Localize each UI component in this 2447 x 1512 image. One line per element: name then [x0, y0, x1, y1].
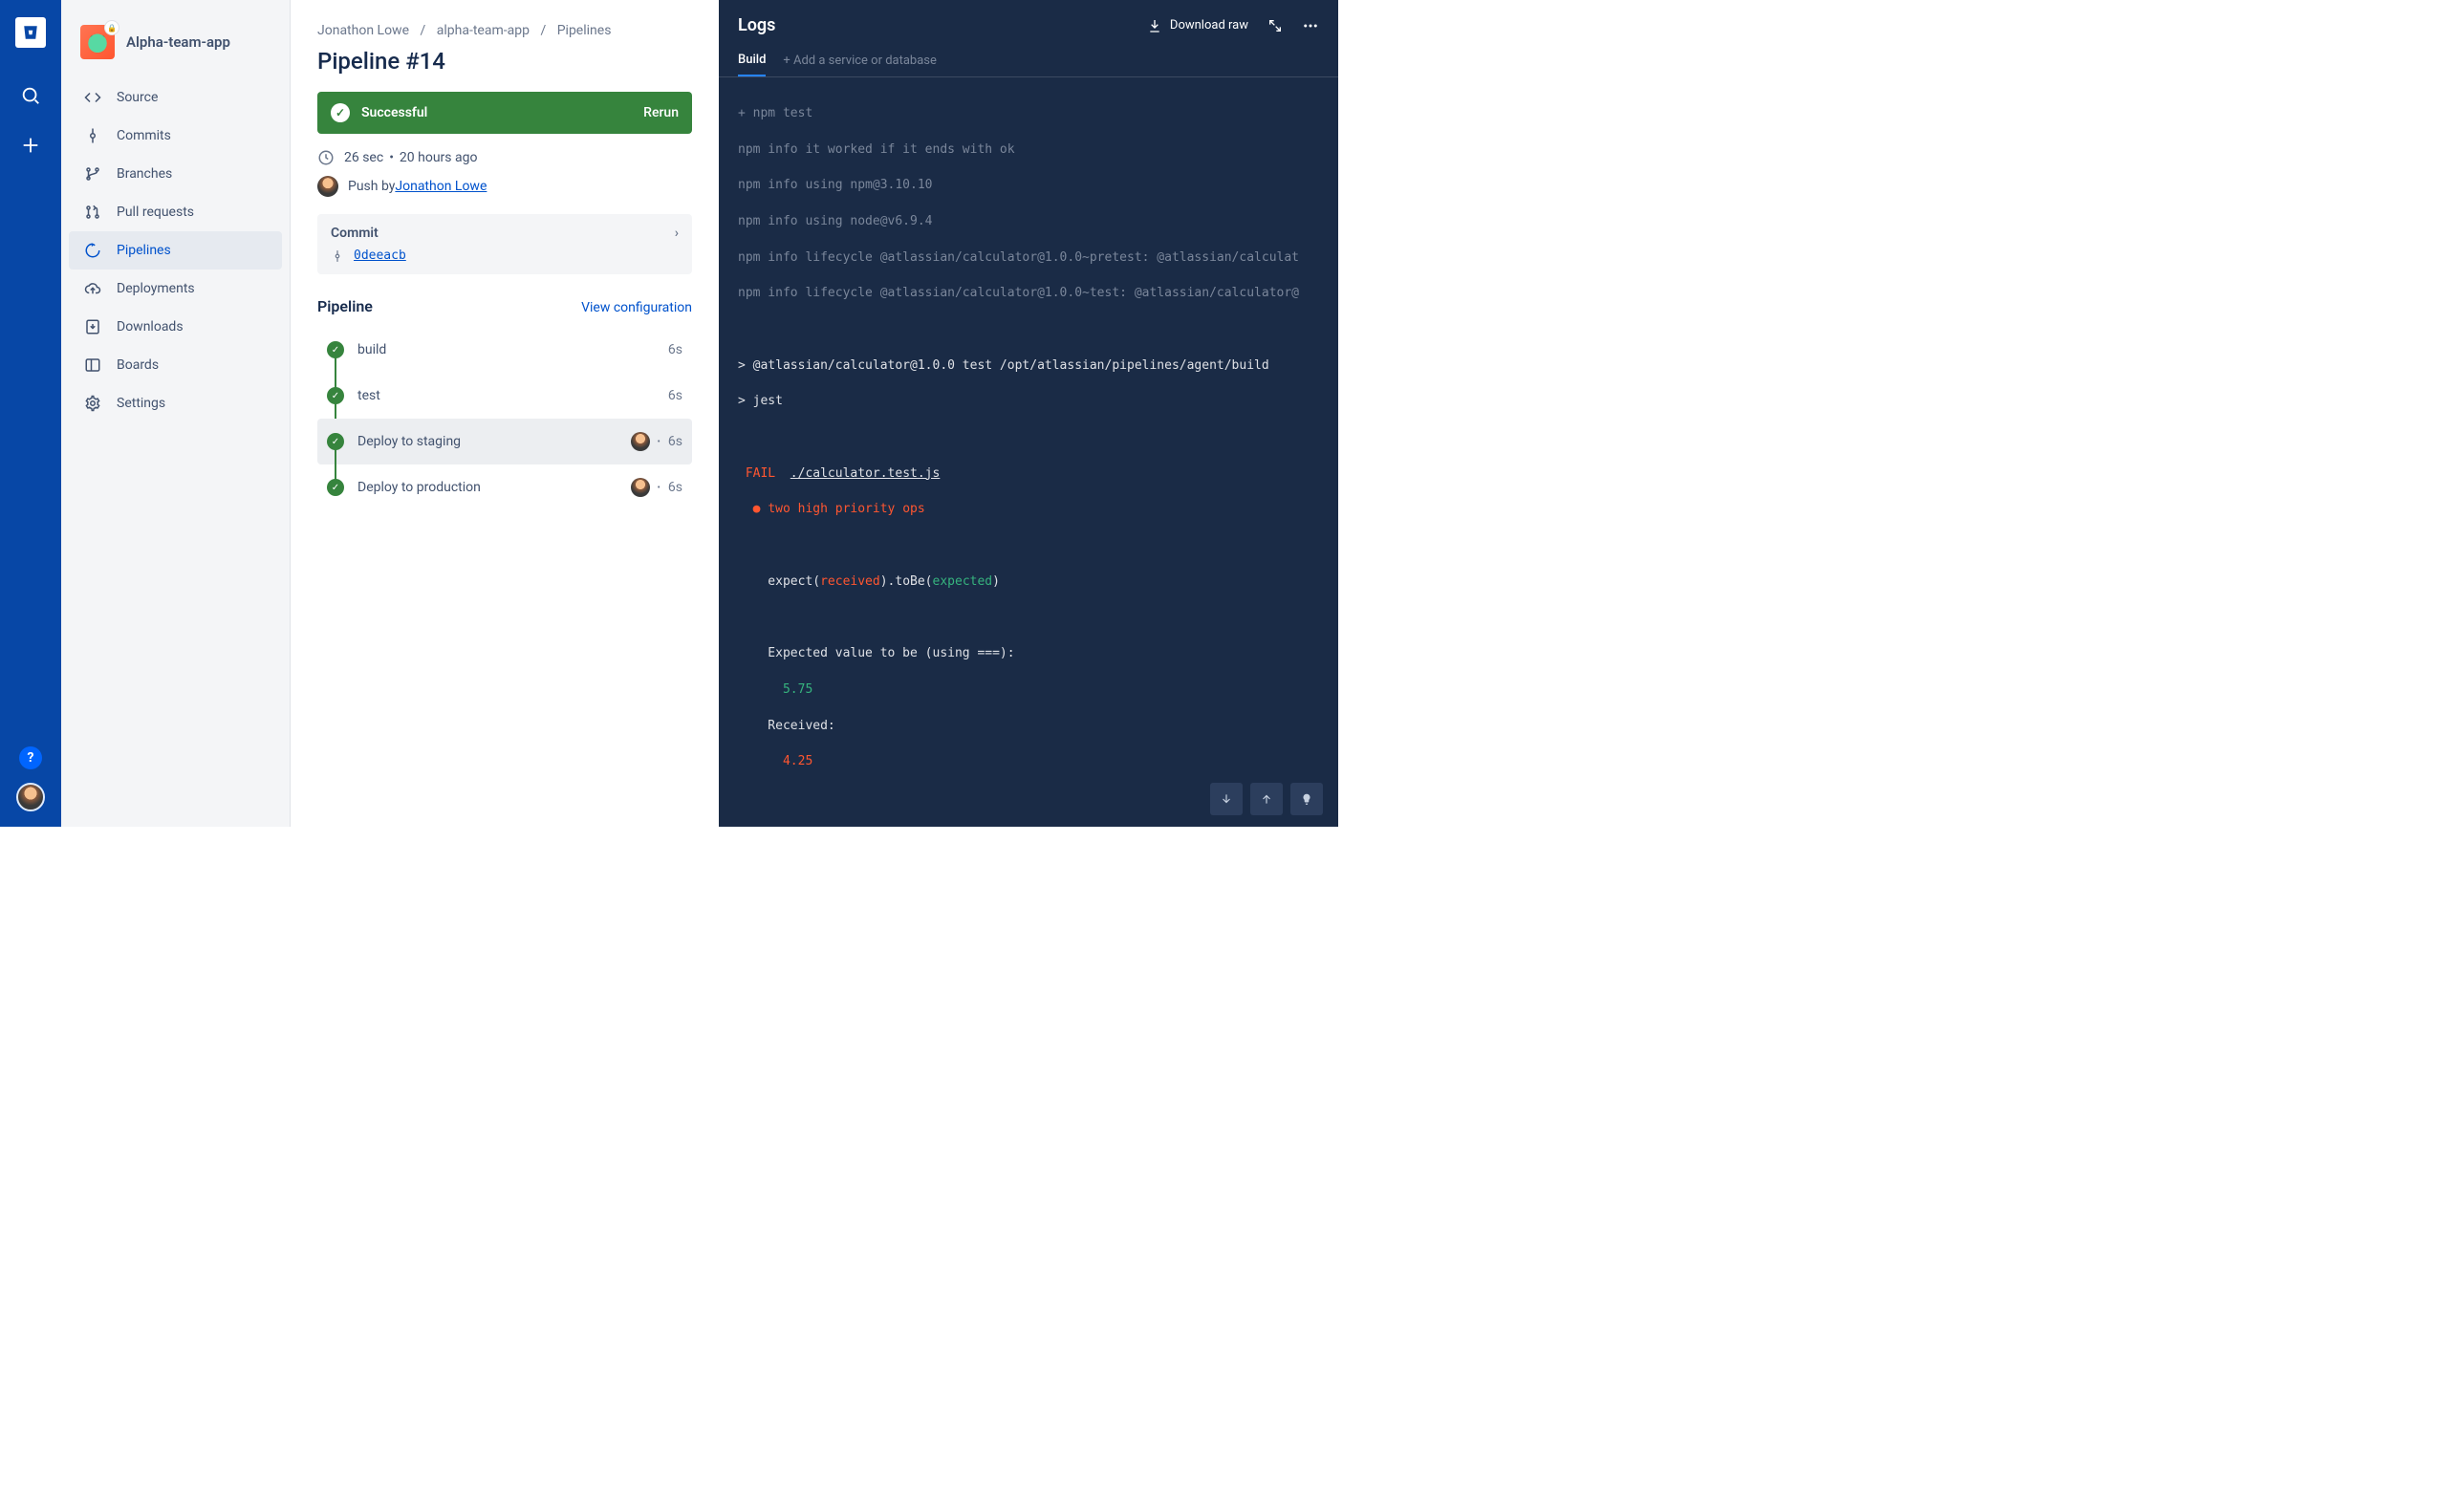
step-duration: 6s	[668, 480, 682, 495]
boards-icon	[82, 356, 103, 374]
step-duration: 6s	[668, 434, 682, 449]
success-icon: ✓	[327, 387, 344, 404]
pusher-link[interactable]: Jonathon Lowe	[395, 179, 487, 194]
rerun-button[interactable]: Rerun	[643, 105, 679, 120]
sidebar-item-downloads[interactable]: Downloads	[69, 308, 282, 346]
crumb-project[interactable]: alpha-team-app	[437, 23, 530, 38]
scroll-up-button[interactable]	[1250, 783, 1283, 815]
success-icon: ✓	[327, 433, 344, 450]
logs-add-service[interactable]: + Add a service or database	[783, 54, 937, 68]
code-icon	[82, 89, 103, 106]
sidebar-item-label: Deployments	[117, 281, 195, 296]
download-icon	[82, 318, 103, 335]
success-icon: ✓	[327, 341, 344, 358]
step-label: test	[357, 388, 380, 403]
crumb-user[interactable]: Jonathon Lowe	[317, 23, 409, 38]
step-trigger-avatar	[631, 478, 650, 497]
sidebar-item-label: Settings	[117, 396, 165, 411]
view-configuration-link[interactable]: View configuration	[581, 300, 692, 315]
help-icon[interactable]: ?	[19, 746, 42, 769]
status-banner: ✓ Successful Rerun	[317, 92, 692, 134]
step-label: build	[357, 342, 386, 357]
project-name: Alpha-team-app	[126, 33, 230, 51]
check-icon: ✓	[331, 103, 350, 122]
add-icon[interactable]	[11, 126, 50, 164]
time-ago: 20 hours ago	[400, 150, 478, 165]
success-icon: ✓	[327, 479, 344, 496]
step-build[interactable]: ✓ build 6s	[317, 327, 692, 373]
commit-icon	[331, 249, 344, 263]
sidebar-item-label: Commits	[117, 128, 171, 143]
main-content: Jonathon Lowe / alpha-team-app / Pipelin…	[291, 0, 719, 827]
logs-tab-build[interactable]: Build	[738, 45, 766, 76]
search-icon[interactable]	[11, 76, 50, 115]
pipeline-heading: Pipeline	[317, 297, 373, 315]
commit-heading: Commit	[331, 226, 379, 241]
lightbulb-button[interactable]	[1290, 783, 1323, 815]
chevron-right-icon: ›	[675, 226, 679, 241]
step-test[interactable]: ✓ test 6s	[317, 373, 692, 419]
sidebar-item-label: Branches	[117, 166, 172, 182]
user-avatar[interactable]	[16, 783, 45, 811]
logs-panel: Logs Download raw Build + Add a service …	[719, 0, 1338, 827]
push-by-label: Push by	[348, 179, 395, 194]
step-duration: 6s	[668, 388, 682, 403]
breadcrumb: Jonathon Lowe / alpha-team-app / Pipelin…	[317, 23, 692, 38]
logs-output[interactable]: + npm test npm info it worked if it ends…	[719, 77, 1338, 827]
branch-icon	[82, 165, 103, 183]
sidebar-item-label: Source	[117, 90, 158, 105]
pull-request-icon	[82, 204, 103, 221]
pipelines-icon	[82, 242, 103, 259]
sidebar-item-branches[interactable]: Branches	[69, 155, 282, 193]
sidebar-item-pipelines[interactable]: Pipelines	[69, 231, 282, 270]
commit-icon	[82, 127, 103, 144]
bitbucket-logo[interactable]	[15, 17, 46, 48]
sidebar: 🔒 Alpha-team-app Source Commits Branches…	[61, 0, 291, 827]
project-header[interactable]: 🔒 Alpha-team-app	[69, 19, 282, 78]
gear-icon	[82, 395, 103, 412]
commit-expand[interactable]: Commit ›	[331, 226, 679, 241]
sidebar-item-label: Pull requests	[117, 205, 194, 220]
pusher-avatar	[317, 176, 338, 197]
step-label: Deploy to production	[357, 480, 481, 495]
step-label: Deploy to staging	[357, 434, 461, 449]
step-deploy-production[interactable]: ✓ Deploy to production • 6s	[317, 464, 692, 510]
logs-title: Logs	[738, 15, 775, 35]
commit-hash-link[interactable]: 0deeacb	[354, 248, 406, 263]
step-duration: 6s	[668, 342, 682, 357]
sidebar-item-pull-requests[interactable]: Pull requests	[69, 193, 282, 231]
pipeline-steps: ✓ build 6s ✓ test 6s ✓ Deploy to staging…	[317, 327, 692, 510]
step-deploy-staging[interactable]: ✓ Deploy to staging • 6s	[317, 419, 692, 464]
project-icon: 🔒	[80, 25, 115, 59]
duration-text: 26 sec	[344, 150, 383, 165]
clock-icon	[317, 149, 335, 166]
sidebar-item-deployments[interactable]: Deployments	[69, 270, 282, 308]
status-label: Successful	[361, 105, 427, 120]
step-trigger-avatar	[631, 432, 650, 451]
commit-panel: Commit › 0deeacb	[317, 214, 692, 274]
sidebar-item-label: Downloads	[117, 319, 184, 335]
sidebar-item-boards[interactable]: Boards	[69, 346, 282, 384]
sidebar-item-commits[interactable]: Commits	[69, 117, 282, 155]
sidebar-item-label: Boards	[117, 357, 159, 373]
cloud-upload-icon	[82, 280, 103, 297]
scroll-down-button[interactable]	[1210, 783, 1243, 815]
lock-icon: 🔒	[105, 21, 119, 34]
expand-icon[interactable]	[1267, 18, 1283, 33]
page-title: Pipeline #14	[317, 48, 692, 75]
download-icon	[1147, 18, 1162, 33]
crumb-section[interactable]: Pipelines	[557, 23, 612, 38]
sidebar-item-settings[interactable]: Settings	[69, 384, 282, 422]
download-raw-button[interactable]: Download raw	[1147, 18, 1248, 33]
sidebar-item-source[interactable]: Source	[69, 78, 282, 117]
more-icon[interactable]	[1302, 17, 1319, 34]
sidebar-item-label: Pipelines	[117, 243, 171, 258]
